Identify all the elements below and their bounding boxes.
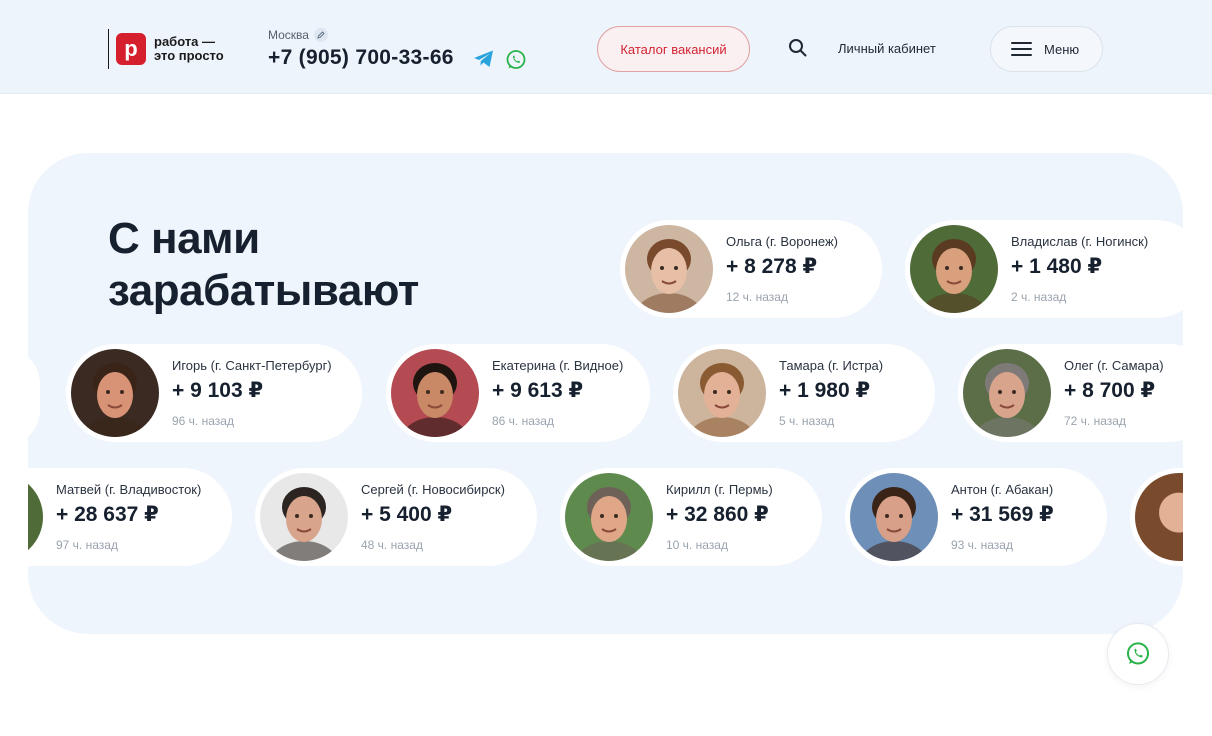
logo-line-2: это просто xyxy=(154,48,224,63)
earner-card: Сергей (г. Новосибирск) + 5 400 ₽ 48 ч. … xyxy=(255,468,537,566)
avatar-partial xyxy=(1135,473,1183,561)
earner-card: Матвей (г. Владивосток) + 28 637 ₽ 97 ч.… xyxy=(28,468,232,566)
earner-card: Антон (г. Абакан) + 31 569 ₽ 93 ч. назад xyxy=(845,468,1107,566)
earner-name: Тамара (г. Истра) xyxy=(779,358,884,373)
avatar xyxy=(71,349,159,437)
earner-name: Екатерина (г. Видное) xyxy=(492,358,624,373)
catalog-button[interactable]: Каталог вакансий xyxy=(597,26,750,72)
section-title-line-2: зарабатывают xyxy=(108,266,419,315)
earner-card: Игорь (г. Санкт-Петербург) + 9 103 ₽ 96 … xyxy=(66,344,362,442)
menu-label: Меню xyxy=(1044,41,1080,57)
earner-time: 12 ч. назад xyxy=(726,290,788,304)
avatar xyxy=(850,473,938,561)
earners-section: С нами зарабатывают Ольга (г. Воронеж) +… xyxy=(28,153,1183,634)
earner-amount: + 8 700 ₽ xyxy=(1064,379,1156,402)
section-title-line-1: С нами xyxy=(108,214,260,263)
earner-card: Владислав (г. Ногинск) + 1 480 ₽ 2 ч. на… xyxy=(905,220,1183,318)
earner-name: Сергей (г. Новосибирск) xyxy=(361,482,505,497)
earner-amount: + 1 480 ₽ xyxy=(1011,255,1103,278)
whatsapp-icon xyxy=(1126,642,1150,665)
pencil-icon[interactable] xyxy=(313,28,328,42)
city-label: Москва xyxy=(268,28,309,42)
avatar xyxy=(963,349,1051,437)
earner-name: Владислав (г. Ногинск) xyxy=(1011,234,1149,249)
earner-amount: + 28 637 ₽ xyxy=(56,503,159,526)
earner-name: Антон (г. Абакан) xyxy=(951,482,1054,497)
earner-amount: + 9 613 ₽ xyxy=(492,379,584,402)
personal-account-link[interactable]: Личный кабинет xyxy=(838,41,936,56)
earner-time: 72 ч. назад xyxy=(1064,414,1126,428)
section-title: С нами зарабатывают xyxy=(108,213,419,317)
earner-amount: + 32 860 ₽ xyxy=(666,503,769,526)
phone-number[interactable]: +7 (905) 700-33-66 xyxy=(268,46,454,70)
earner-amount: + 1 980 ₽ xyxy=(779,379,871,402)
earner-card: Ольга (г. Воронеж) + 8 278 ₽ 12 ч. назад xyxy=(620,220,882,318)
whatsapp-icon[interactable] xyxy=(505,49,527,76)
earner-name: Олег (г. Самара) xyxy=(1064,358,1164,373)
menu-icon xyxy=(1011,42,1032,56)
avatar xyxy=(565,473,653,561)
avatar xyxy=(625,225,713,313)
earner-time: 2 ч. назад xyxy=(1011,290,1067,304)
earner-name: Матвей (г. Владивосток) xyxy=(56,482,202,497)
earner-name: Ольга (г. Воронеж) xyxy=(726,234,838,249)
earner-time: 5 ч. назад xyxy=(779,414,835,428)
earner-amount: + 5 400 ₽ xyxy=(361,503,453,526)
earner-card: Екатерина (г. Видное) + 9 613 ₽ 86 ч. на… xyxy=(386,344,650,442)
earner-time: 96 ч. назад xyxy=(172,414,234,428)
avatar xyxy=(391,349,479,437)
logo[interactable]: р работа — это просто xyxy=(108,29,224,69)
earner-card-partial xyxy=(28,348,40,446)
earner-time: 97 ч. назад xyxy=(56,538,118,552)
logo-divider xyxy=(108,29,109,69)
site-header: р работа — это просто Москва +7 (905) 70… xyxy=(0,0,1212,94)
earner-time: 48 ч. назад xyxy=(361,538,423,552)
avatar xyxy=(28,473,43,561)
city-selector[interactable]: Москва xyxy=(268,28,328,42)
earner-card: Тамара (г. Истра) + 1 980 ₽ 5 ч. назад xyxy=(673,344,935,442)
earner-amount: + 8 278 ₽ xyxy=(726,255,818,278)
earner-card: Олег (г. Самара) + 8 700 ₽ 72 ч. назад xyxy=(958,344,1183,442)
earner-card: Кирилл (г. Пермь) + 32 860 ₽ 10 ч. назад xyxy=(560,468,822,566)
search-icon[interactable] xyxy=(788,38,808,63)
earner-name: Игорь (г. Санкт-Петербург) xyxy=(172,358,332,373)
earner-amount: + 31 569 ₽ xyxy=(951,503,1054,526)
earner-card-partial xyxy=(1130,468,1183,566)
earner-name: Кирилл (г. Пермь) xyxy=(666,482,773,497)
earner-time: 10 ч. назад xyxy=(666,538,728,552)
logo-line-1: работа — xyxy=(154,34,216,49)
avatar xyxy=(260,473,348,561)
earner-time: 86 ч. назад xyxy=(492,414,554,428)
earner-amount: + 9 103 ₽ xyxy=(172,379,264,402)
earner-time: 93 ч. назад xyxy=(951,538,1013,552)
logo-text: работа — это просто xyxy=(154,35,224,63)
menu-button[interactable]: Меню xyxy=(990,26,1103,72)
logo-mark: р xyxy=(116,33,146,65)
avatar xyxy=(678,349,766,437)
telegram-icon[interactable] xyxy=(473,49,495,74)
whatsapp-chat-button[interactable] xyxy=(1107,623,1169,685)
avatar xyxy=(910,225,998,313)
